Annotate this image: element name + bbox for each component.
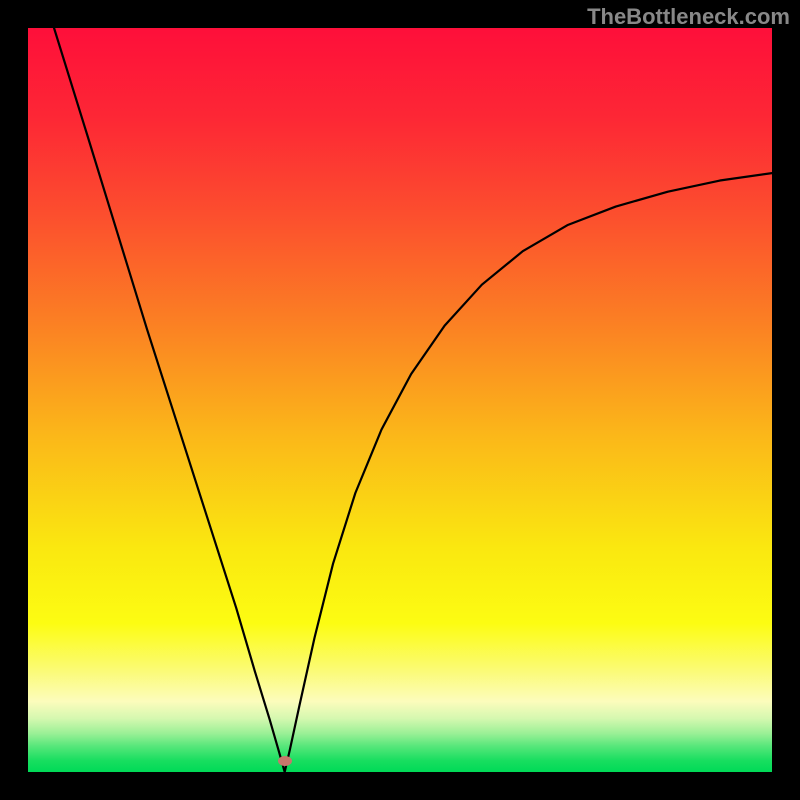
attribution-text: TheBottleneck.com	[587, 4, 790, 30]
curve-line	[28, 28, 772, 772]
plot-area	[28, 28, 772, 772]
minimum-marker	[278, 756, 292, 766]
chart-container: TheBottleneck.com	[0, 0, 800, 800]
